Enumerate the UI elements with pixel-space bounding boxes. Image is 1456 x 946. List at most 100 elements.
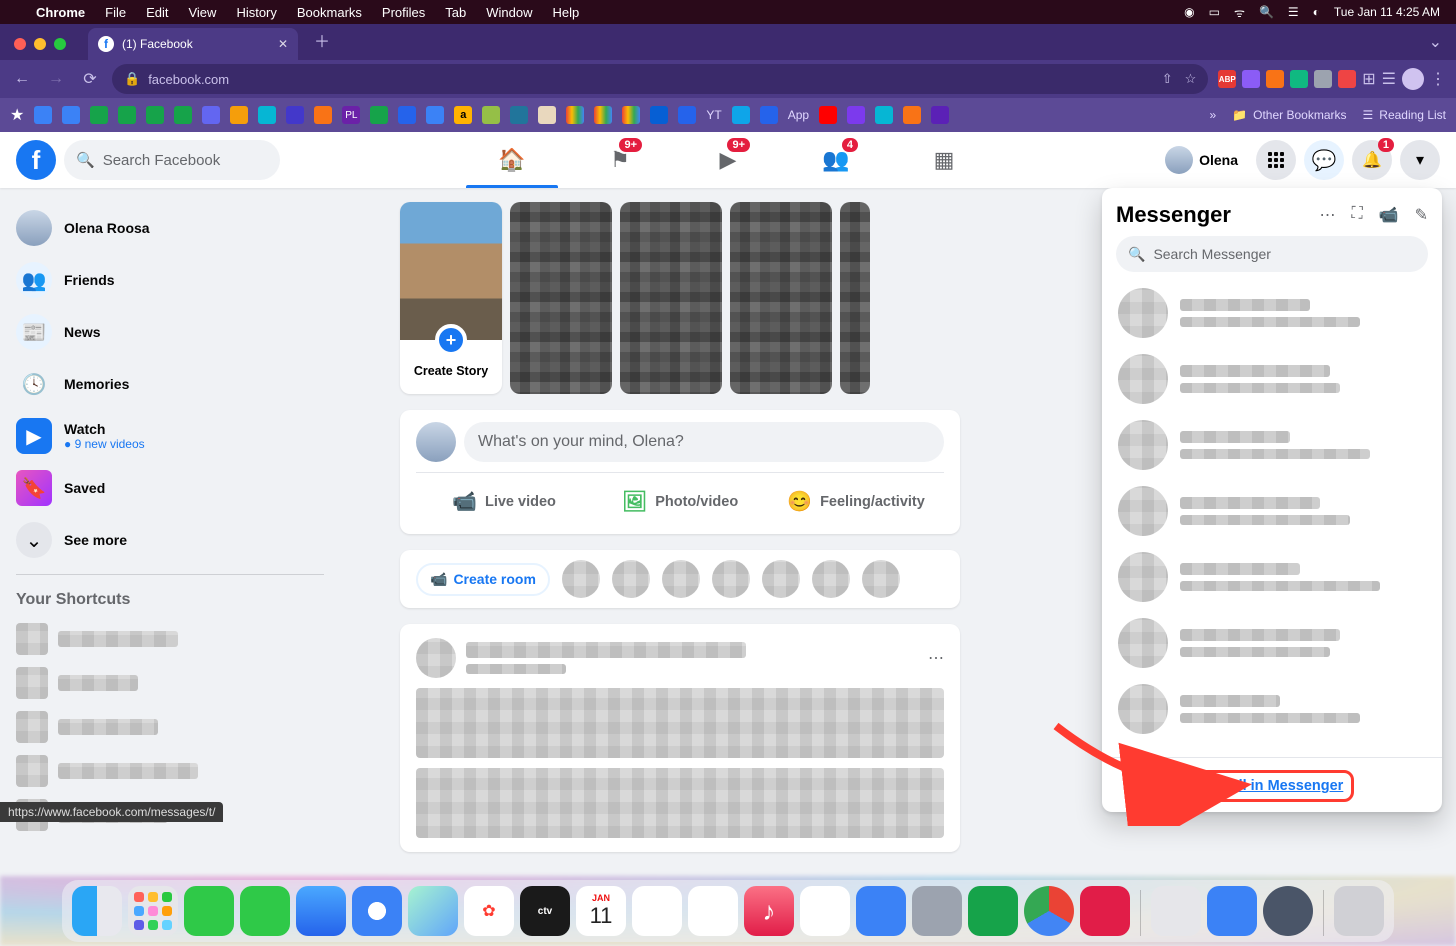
dock-trash-icon[interactable] <box>1334 886 1384 936</box>
notifications-button[interactable]: 🔔1 <box>1352 140 1392 180</box>
profile-chip[interactable]: Olena <box>1161 142 1248 178</box>
nav-groups[interactable]: 👥4 <box>786 132 886 188</box>
bookmark-icon[interactable] <box>510 106 528 124</box>
dock-notes-icon[interactable] <box>688 886 738 936</box>
wifi-icon[interactable]: ᯤ <box>1234 4 1245 21</box>
nav-news[interactable]: ▦ <box>894 132 994 188</box>
nav-home[interactable]: 🏠 <box>462 132 562 188</box>
shortcut-item[interactable] <box>8 749 332 793</box>
room-contact-avatar[interactable] <box>762 560 800 598</box>
messenger-button[interactable]: 💬 <box>1304 140 1344 180</box>
extension-icon[interactable] <box>1338 70 1356 88</box>
sidebar-item-watch[interactable]: ▶ Watch ● 9 new videos <box>8 410 332 462</box>
bookmark-icon[interactable] <box>566 106 584 124</box>
conversation-row[interactable] <box>1110 544 1434 610</box>
sidebar-item-friends[interactable]: 👥 Friends <box>8 254 332 306</box>
see-all-messenger-link[interactable]: See all in Messenger <box>1201 778 1344 794</box>
menu-tab[interactable]: Tab <box>445 5 466 20</box>
shortcut-item[interactable] <box>8 661 332 705</box>
extension-icon[interactable] <box>1266 70 1284 88</box>
bookmark-icon[interactable] <box>258 106 276 124</box>
room-contact-avatar[interactable] <box>612 560 650 598</box>
window-maximize-button[interactable] <box>54 38 66 50</box>
dock-maps-icon[interactable] <box>408 886 458 936</box>
dock-quicktime-icon[interactable] <box>1263 886 1313 936</box>
bookmark-icon[interactable] <box>90 106 108 124</box>
bookmark-icon[interactable] <box>230 106 248 124</box>
bookmarks-overflow-icon[interactable]: » <box>1210 108 1217 122</box>
sidebar-item-news[interactable]: 📰 News <box>8 306 332 358</box>
composer-input[interactable]: What's on your mind, Olena? <box>464 422 944 462</box>
post-author-avatar[interactable] <box>416 638 456 678</box>
tabs-dropdown-icon[interactable]: ⌄ <box>1429 32 1442 52</box>
bookmark-icon[interactable] <box>34 106 52 124</box>
sidebar-item-see-more[interactable]: ⌄ See more <box>8 514 332 566</box>
dock-settings-icon[interactable] <box>912 886 962 936</box>
dock-safari-icon[interactable] <box>352 886 402 936</box>
bookmark-icon[interactable]: PL <box>342 106 360 124</box>
dock-chrome-icon[interactable] <box>1024 886 1074 936</box>
bookmark-icon[interactable] <box>482 106 500 124</box>
window-close-button[interactable] <box>14 38 26 50</box>
dock-reminders-icon[interactable] <box>632 886 682 936</box>
bookmark-icon[interactable] <box>314 106 332 124</box>
live-video-button[interactable]: 📹Live video <box>416 481 592 522</box>
shortcut-item[interactable] <box>8 705 332 749</box>
menu-help[interactable]: Help <box>553 5 580 20</box>
extension-abp-icon[interactable]: ABP <box>1218 70 1236 88</box>
dock-excel-icon[interactable] <box>968 886 1018 936</box>
reading-list-icon[interactable]: ☰ <box>1382 69 1396 89</box>
messenger-search[interactable]: 🔍 Search Messenger <box>1116 236 1428 272</box>
window-minimize-button[interactable] <box>34 38 46 50</box>
extension-icon[interactable] <box>1242 70 1260 88</box>
dock-facetime-icon[interactable] <box>240 886 290 936</box>
address-bar[interactable]: 🔒 facebook.com ⇧ ☆ <box>112 64 1208 94</box>
screenrecord-icon[interactable]: ◉ <box>1184 5 1194 19</box>
story-card[interactable] <box>510 202 612 394</box>
dock-photos-icon[interactable]: ✿ <box>464 886 514 936</box>
battery-icon[interactable]: ▭ <box>1209 5 1220 19</box>
bookmark-icon[interactable] <box>847 106 865 124</box>
app-name[interactable]: Chrome <box>36 5 85 20</box>
bookmark-icon[interactable] <box>678 106 696 124</box>
room-contact-avatar[interactable] <box>712 560 750 598</box>
bookmark-icon[interactable] <box>426 106 444 124</box>
story-card[interactable] <box>730 202 832 394</box>
extension-icon[interactable] <box>1290 70 1308 88</box>
spotlight-icon[interactable]: 🔍 <box>1259 5 1274 19</box>
bookmark-icon[interactable] <box>370 106 388 124</box>
bookmark-icon[interactable] <box>538 106 556 124</box>
new-tab-button[interactable]: ＋ <box>314 28 330 52</box>
menu-profiles[interactable]: Profiles <box>382 5 425 20</box>
control-center-icon[interactable]: ☰ <box>1288 5 1299 19</box>
sidebar-item-memories[interactable]: 🕓 Memories <box>8 358 332 410</box>
create-room-button[interactable]: 📹Create room <box>416 563 550 596</box>
conversation-row[interactable] <box>1110 478 1434 544</box>
reload-button[interactable]: ⟳ <box>78 69 102 89</box>
bookmark-icon[interactable]: a <box>454 106 472 124</box>
bookmark-icon[interactable] <box>174 106 192 124</box>
bookmark-icon[interactable] <box>650 106 668 124</box>
dock-calendar-icon[interactable]: JAN11 <box>576 886 626 936</box>
account-menu-button[interactable]: ▾ <box>1400 140 1440 180</box>
dock-appstore-icon[interactable] <box>856 886 906 936</box>
bookmark-icon[interactable] <box>146 106 164 124</box>
room-contact-avatar[interactable] <box>562 560 600 598</box>
expand-icon[interactable]: ⛶ <box>1351 205 1362 225</box>
back-button[interactable]: ← <box>10 70 34 88</box>
nav-watch[interactable]: ▶9+ <box>678 132 778 188</box>
shortcut-item[interactable] <box>8 617 332 661</box>
facebook-search[interactable]: 🔍 Search Facebook <box>64 140 280 180</box>
bookmarks-star-icon[interactable]: ★ <box>10 105 24 125</box>
room-contact-avatar[interactable] <box>812 560 850 598</box>
bookmark-star-icon[interactable]: ☆ <box>1185 71 1197 87</box>
dock-messages-icon[interactable] <box>184 886 234 936</box>
extensions-menu-icon[interactable]: ⊞ <box>1362 69 1375 89</box>
dock-finder-icon[interactable] <box>72 886 122 936</box>
reading-list-button[interactable]: ☰ Reading List <box>1363 108 1446 122</box>
menu-history[interactable]: History <box>236 5 276 20</box>
dock-snagit-icon[interactable] <box>1080 886 1130 936</box>
room-contact-avatar[interactable] <box>662 560 700 598</box>
clock[interactable]: Tue Jan 11 4:25 AM <box>1334 5 1440 19</box>
conversation-row[interactable] <box>1110 676 1434 742</box>
